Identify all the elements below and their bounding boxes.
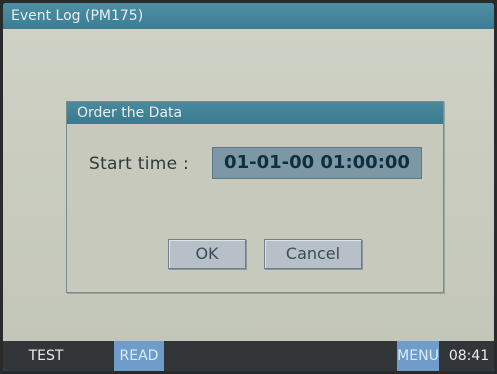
test-softkey[interactable]: TEST xyxy=(21,341,71,371)
menu-softkey[interactable]: MENU xyxy=(397,341,439,371)
start-time-label: Start time : xyxy=(89,154,190,174)
start-time-field[interactable]: 01-01-00 01:00:00 xyxy=(212,147,422,179)
clock: 08:41 xyxy=(448,348,490,364)
order-data-dialog: Order the Data Start time : 01-01-00 01:… xyxy=(66,101,444,293)
device-screen: Event Log (PM175) Order the Data Start t… xyxy=(3,3,494,371)
cancel-button[interactable]: Cancel xyxy=(264,239,362,269)
read-softkey[interactable]: READ xyxy=(114,341,164,371)
ok-button[interactable]: OK xyxy=(168,239,246,269)
dialog-title: Order the Data xyxy=(67,102,443,124)
status-bar: TEST READ MENU 08:41 xyxy=(3,341,494,371)
window-title: Event Log (PM175) xyxy=(3,3,494,29)
